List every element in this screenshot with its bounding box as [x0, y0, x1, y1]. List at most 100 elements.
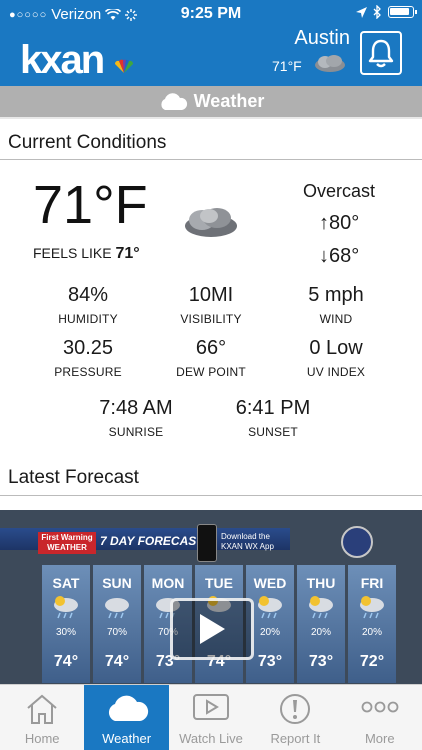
- header-cloud-icon: [315, 55, 345, 72]
- pressure-label: PRESSURE: [54, 365, 122, 379]
- sunset-label: SUNSET: [248, 425, 298, 439]
- visibility-label: VISIBILITY: [180, 312, 242, 326]
- tab-label: More: [364, 731, 395, 746]
- header-temperature: 71°F: [272, 58, 302, 74]
- tab-report-it[interactable]: Report It: [253, 685, 337, 750]
- forecast-day-name: SAT: [52, 575, 80, 591]
- tab-home[interactable]: Home: [0, 685, 84, 750]
- battery-icon: [388, 6, 417, 18]
- location-city[interactable]: Austin: [294, 27, 350, 50]
- humidity-stat: 84% HUMIDITY: [28, 285, 148, 326]
- forecast-day: SAT 30% 74°: [42, 565, 90, 683]
- forecast-temp: 74°: [53, 653, 79, 670]
- tab-label: Home: [24, 731, 60, 746]
- tab-weather[interactable]: Weather: [84, 685, 169, 750]
- bluetooth-icon: [373, 5, 381, 19]
- wind-value: 5 mph: [308, 284, 364, 306]
- tab-label: Report It: [270, 731, 321, 746]
- rain-cloud-icon: [54, 596, 78, 619]
- alert-icon: [280, 694, 311, 724]
- wind-stat: 5 mph WIND: [276, 285, 396, 326]
- forecast-temp: 74°: [104, 653, 130, 670]
- sunrise-value: 7:48 AM: [99, 397, 173, 419]
- humidity-value: 84%: [67, 284, 109, 306]
- sunset-stat: 6:41 PM SUNSET: [213, 398, 333, 439]
- sunrise-stat: 7:48 AM SUNRISE: [76, 398, 196, 439]
- kxan-logo[interactable]: kxan: [20, 40, 105, 80]
- peacock-logo-icon: [114, 59, 134, 73]
- forecast-precip: 70%: [106, 627, 127, 638]
- forecast-day: FRI 20% 72°: [348, 565, 396, 683]
- forecast-precip: 30%: [55, 627, 76, 638]
- weather-section-bar: Weather: [0, 86, 422, 119]
- forecast-precip: 20%: [310, 627, 331, 638]
- uv-index-value: 0 Low: [309, 337, 363, 359]
- visibility-value: 10MI: [188, 284, 234, 306]
- forecast-temp: 72°: [359, 653, 385, 670]
- rain-cloud-icon: [105, 598, 129, 619]
- status-right: [356, 5, 417, 19]
- feels-like-label: FEELS LIKE: [33, 245, 112, 261]
- sunset-value: 6:41 PM: [235, 397, 311, 419]
- forecast-temp: 73°: [308, 653, 334, 670]
- cloud-icon: [108, 695, 148, 721]
- status-bar: ●○○○○ Verizon 9:25 PM: [0, 0, 422, 28]
- more-icon: [361, 701, 399, 713]
- forecast-day: THU 20% 73°: [297, 565, 345, 683]
- home-icon: [27, 694, 57, 724]
- forecast-banner-title: 7 DAY FORECAST: [100, 534, 204, 548]
- visibility-stat: 10MI VISIBILITY: [151, 285, 271, 326]
- section-label: Weather: [193, 91, 265, 111]
- download-app-text: Download the KXAN WX App: [221, 532, 274, 551]
- forecast-precip: 20%: [361, 627, 382, 638]
- rain-cloud-icon: [258, 596, 282, 619]
- play-icon: [192, 694, 229, 720]
- rain-cloud-icon: [360, 596, 384, 619]
- rain-cloud-icon: [309, 596, 333, 619]
- tab-label: Weather: [102, 731, 152, 746]
- uv-index-stat: 0 Low UV INDEX: [276, 338, 396, 379]
- seal-graphic-icon: [341, 526, 373, 558]
- feels-like-value: 71°: [115, 245, 140, 262]
- video-play-button[interactable]: [170, 598, 254, 660]
- forecast-day-name: WED: [253, 575, 287, 591]
- play-icon: [200, 614, 225, 644]
- divider: [0, 495, 422, 496]
- tab-label: Watch Live: [179, 731, 243, 746]
- divider: [0, 159, 422, 160]
- latest-forecast-title: Latest Forecast: [8, 467, 139, 488]
- forecast-day: SUN 70% 74°: [93, 565, 141, 683]
- forecast-day-name: THU: [306, 575, 336, 591]
- bottom-tab-bar: Home Weather Watch Live Report It More: [0, 684, 422, 750]
- forecast-day-name: SUN: [102, 575, 132, 591]
- feels-like: FEELS LIKE 71°: [33, 245, 140, 263]
- first-warning-tag: First Warning WEATHER: [38, 532, 96, 554]
- condition-text: Overcast: [302, 181, 376, 201]
- bell-icon: [368, 39, 394, 68]
- current-temperature: 71°F: [33, 175, 148, 235]
- dew-point-label: DEW POINT: [176, 365, 246, 379]
- tab-more[interactable]: More: [338, 685, 422, 750]
- app-header: ●○○○○ Verizon 9:25 PM kxan Austin 71°F: [0, 0, 422, 86]
- high-temperature: ↑80°: [319, 212, 360, 234]
- forecast-video[interactable]: First Warning WEATHER 7 DAY FORECAST Dow…: [0, 510, 422, 684]
- location-arrow-icon: [356, 6, 367, 18]
- low-temperature: ↓68°: [319, 245, 360, 267]
- cloud-icon: [161, 92, 187, 110]
- tab-watch-live[interactable]: Watch Live: [169, 685, 253, 750]
- phone-graphic-icon: [197, 524, 217, 562]
- pressure-value: 30.25: [62, 337, 114, 359]
- wind-label: WIND: [319, 312, 353, 326]
- pressure-stat: 30.25 PRESSURE: [28, 338, 148, 379]
- uv-index-label: UV INDEX: [306, 365, 366, 379]
- current-conditions-title: Current Conditions: [8, 132, 167, 153]
- forecast-day-name: MON: [151, 575, 185, 591]
- dew-point-stat: 66° DEW POINT: [151, 338, 271, 379]
- alerts-bell-button[interactable]: [360, 31, 402, 75]
- overcast-cloud-icon: [185, 208, 237, 237]
- forecast-day-name: TUE: [205, 575, 233, 591]
- dew-point-value: 66°: [195, 337, 227, 359]
- sunrise-label: SUNRISE: [108, 425, 164, 439]
- forecast-day-name: FRI: [360, 575, 384, 591]
- humidity-label: HUMIDITY: [58, 312, 118, 326]
